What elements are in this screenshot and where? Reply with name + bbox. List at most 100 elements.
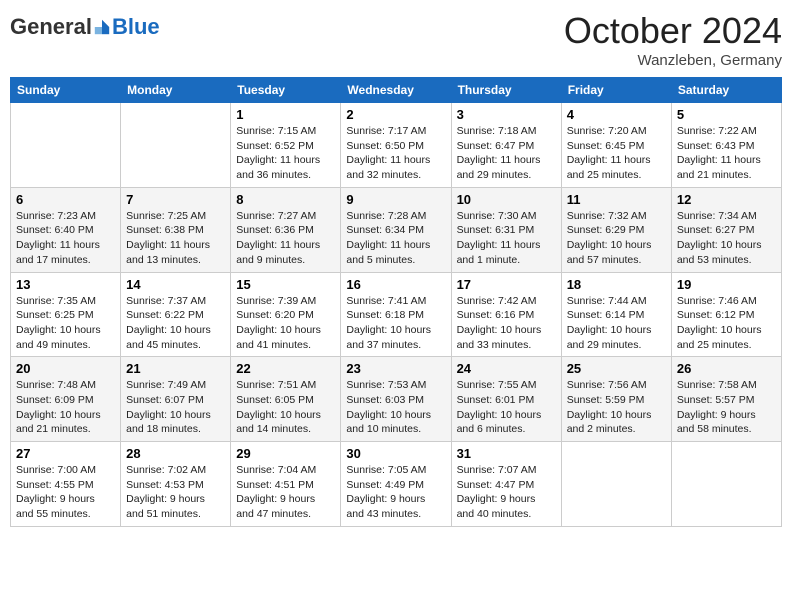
- day-number: 16: [346, 277, 445, 292]
- day-info: Sunrise: 7:53 AM Sunset: 6:03 PM Dayligh…: [346, 378, 445, 437]
- day-info: Sunrise: 7:27 AM Sunset: 6:36 PM Dayligh…: [236, 209, 335, 268]
- calendar-cell: 16 Sunrise: 7:41 AM Sunset: 6:18 PM Dayli…: [341, 272, 451, 357]
- day-of-week-header: Tuesday: [231, 78, 341, 103]
- calendar-cell: [671, 442, 781, 527]
- calendar-cell: 5 Sunrise: 7:22 AM Sunset: 6:43 PM Daylig…: [671, 103, 781, 188]
- calendar-cell: 8Sunrise: 7:27 AM Sunset: 6:36 PM Daylig…: [231, 187, 341, 272]
- calendar-cell: 28 Sunrise: 7:02 AM Sunset: 4:53 PM Dayli…: [121, 442, 231, 527]
- calendar-cell: 4Sunrise: 7:20 AM Sunset: 6:45 PM Daylig…: [561, 103, 671, 188]
- logo-icon: [93, 18, 111, 36]
- day-info: Sunrise: 7:18 AM Sunset: 6:47 PM Dayligh…: [457, 124, 556, 183]
- calendar-cell: 14 Sunrise: 7:37 AM Sunset: 6:22 PM Dayli…: [121, 272, 231, 357]
- month-title: October 2024: [564, 10, 782, 52]
- calendar-cell: 30 Sunrise: 7:05 AM Sunset: 4:49 PM Dayli…: [341, 442, 451, 527]
- calendar-cell: [121, 103, 231, 188]
- day-of-week-header: Wednesday: [341, 78, 451, 103]
- day-number: 29: [236, 446, 335, 461]
- logo: General Blue: [10, 10, 160, 40]
- day-info: Sunrise: 7:41 AM Sunset: 6:18 PM Dayligh…: [346, 294, 445, 353]
- day-number: 27: [16, 446, 115, 461]
- calendar-cell: 29 Sunrise: 7:04 AM Sunset: 4:51 PM Dayli…: [231, 442, 341, 527]
- day-info: Sunrise: 7:58 AM Sunset: 5:57 PM Dayligh…: [677, 378, 776, 437]
- day-number: 20: [16, 361, 115, 376]
- calendar-cell: 18 Sunrise: 7:44 AM Sunset: 6:14 PM Dayli…: [561, 272, 671, 357]
- day-number: 15: [236, 277, 335, 292]
- day-number: 13: [16, 277, 115, 292]
- day-info: Sunrise: 7:04 AM Sunset: 4:51 PM Dayligh…: [236, 463, 335, 522]
- header: General Blue October 2024 Wanzleben, Ger…: [10, 10, 782, 69]
- logo-blue-text: Blue: [112, 14, 160, 40]
- calendar-cell: 10 Sunrise: 7:30 AM Sunset: 6:31 PM Dayli…: [451, 187, 561, 272]
- day-number: 25: [567, 361, 666, 376]
- day-info: Sunrise: 7:35 AM Sunset: 6:25 PM Dayligh…: [16, 294, 115, 353]
- day-of-week-header: Saturday: [671, 78, 781, 103]
- calendar-cell: 12Sunrise: 7:34 AM Sunset: 6:27 PM Dayli…: [671, 187, 781, 272]
- day-number: 9: [346, 192, 445, 207]
- calendar-cell: 24 Sunrise: 7:55 AM Sunset: 6:01 PM Dayli…: [451, 357, 561, 442]
- day-number: 30: [346, 446, 445, 461]
- calendar-cell: 6 Sunrise: 7:23 AM Sunset: 6:40 PM Daylig…: [11, 187, 121, 272]
- calendar-cell: 22Sunrise: 7:51 AM Sunset: 6:05 PM Dayli…: [231, 357, 341, 442]
- day-of-week-header: Thursday: [451, 78, 561, 103]
- day-info: Sunrise: 7:56 AM Sunset: 5:59 PM Dayligh…: [567, 378, 666, 437]
- logo-general-text: General: [10, 14, 92, 40]
- calendar-cell: 25 Sunrise: 7:56 AM Sunset: 5:59 PM Dayli…: [561, 357, 671, 442]
- day-number: 22: [236, 361, 335, 376]
- calendar-cell: 26 Sunrise: 7:58 AM Sunset: 5:57 PM Dayli…: [671, 357, 781, 442]
- location: Wanzleben, Germany: [564, 52, 782, 69]
- calendar-cell: [561, 442, 671, 527]
- day-info: Sunrise: 7:22 AM Sunset: 6:43 PM Dayligh…: [677, 124, 776, 183]
- title-block: October 2024 Wanzleben, Germany: [564, 10, 782, 69]
- day-info: Sunrise: 7:02 AM Sunset: 4:53 PM Dayligh…: [126, 463, 225, 522]
- day-number: 10: [457, 192, 556, 207]
- calendar-cell: 13 Sunrise: 7:35 AM Sunset: 6:25 PM Dayli…: [11, 272, 121, 357]
- calendar-cell: 19 Sunrise: 7:46 AM Sunset: 6:12 PM Dayli…: [671, 272, 781, 357]
- calendar-cell: 1 Sunrise: 7:15 AM Sunset: 6:52 PM Daylig…: [231, 103, 341, 188]
- day-info: Sunrise: 7:15 AM Sunset: 6:52 PM Dayligh…: [236, 124, 335, 183]
- day-number: 18: [567, 277, 666, 292]
- day-info: Sunrise: 7:00 AM Sunset: 4:55 PM Dayligh…: [16, 463, 115, 522]
- day-info: Sunrise: 7:34 AM Sunset: 6:27 PM Dayligh…: [677, 209, 776, 268]
- day-number: 2: [346, 107, 445, 122]
- day-number: 26: [677, 361, 776, 376]
- day-info: Sunrise: 7:30 AM Sunset: 6:31 PM Dayligh…: [457, 209, 556, 268]
- day-number: 24: [457, 361, 556, 376]
- day-number: 1: [236, 107, 335, 122]
- day-info: Sunrise: 7:39 AM Sunset: 6:20 PM Dayligh…: [236, 294, 335, 353]
- day-number: 5: [677, 107, 776, 122]
- calendar-cell: 3 Sunrise: 7:18 AM Sunset: 6:47 PM Daylig…: [451, 103, 561, 188]
- day-number: 28: [126, 446, 225, 461]
- calendar-cell: 20Sunrise: 7:48 AM Sunset: 6:09 PM Dayli…: [11, 357, 121, 442]
- day-number: 11: [567, 192, 666, 207]
- day-of-week-header: Monday: [121, 78, 231, 103]
- calendar: SundayMondayTuesdayWednesdayThursdayFrid…: [10, 77, 782, 527]
- calendar-cell: 11 Sunrise: 7:32 AM Sunset: 6:29 PM Dayli…: [561, 187, 671, 272]
- calendar-cell: 31Sunrise: 7:07 AM Sunset: 4:47 PM Dayli…: [451, 442, 561, 527]
- day-info: Sunrise: 7:42 AM Sunset: 6:16 PM Dayligh…: [457, 294, 556, 353]
- day-info: Sunrise: 7:28 AM Sunset: 6:34 PM Dayligh…: [346, 209, 445, 268]
- day-number: 23: [346, 361, 445, 376]
- day-info: Sunrise: 7:55 AM Sunset: 6:01 PM Dayligh…: [457, 378, 556, 437]
- day-number: 21: [126, 361, 225, 376]
- day-of-week-header: Sunday: [11, 78, 121, 103]
- day-number: 3: [457, 107, 556, 122]
- day-info: Sunrise: 7:32 AM Sunset: 6:29 PM Dayligh…: [567, 209, 666, 268]
- calendar-cell: 15 Sunrise: 7:39 AM Sunset: 6:20 PM Dayli…: [231, 272, 341, 357]
- calendar-cell: 9 Sunrise: 7:28 AM Sunset: 6:34 PM Daylig…: [341, 187, 451, 272]
- day-info: Sunrise: 7:07 AM Sunset: 4:47 PM Dayligh…: [457, 463, 556, 522]
- calendar-cell: 21Sunrise: 7:49 AM Sunset: 6:07 PM Dayli…: [121, 357, 231, 442]
- calendar-cell: 27 Sunrise: 7:00 AM Sunset: 4:55 PM Dayli…: [11, 442, 121, 527]
- day-number: 19: [677, 277, 776, 292]
- day-info: Sunrise: 7:37 AM Sunset: 6:22 PM Dayligh…: [126, 294, 225, 353]
- day-number: 14: [126, 277, 225, 292]
- day-info: Sunrise: 7:46 AM Sunset: 6:12 PM Dayligh…: [677, 294, 776, 353]
- calendar-cell: 2 Sunrise: 7:17 AM Sunset: 6:50 PM Daylig…: [341, 103, 451, 188]
- day-info: Sunrise: 7:23 AM Sunset: 6:40 PM Dayligh…: [16, 209, 115, 268]
- day-number: 6: [16, 192, 115, 207]
- day-number: 17: [457, 277, 556, 292]
- day-number: 7: [126, 192, 225, 207]
- day-of-week-header: Friday: [561, 78, 671, 103]
- day-info: Sunrise: 7:05 AM Sunset: 4:49 PM Dayligh…: [346, 463, 445, 522]
- day-info: Sunrise: 7:44 AM Sunset: 6:14 PM Dayligh…: [567, 294, 666, 353]
- day-info: Sunrise: 7:17 AM Sunset: 6:50 PM Dayligh…: [346, 124, 445, 183]
